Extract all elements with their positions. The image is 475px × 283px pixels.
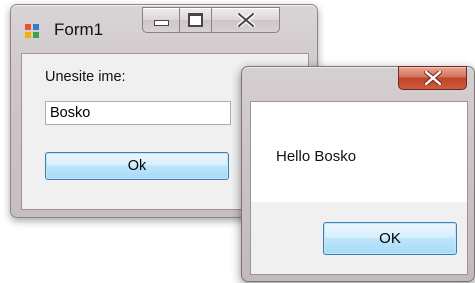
message-box-client-area: Hello Bosko OK (250, 101, 468, 275)
maximize-icon (188, 13, 203, 27)
minimize-button[interactable] (142, 7, 180, 33)
name-input[interactable] (45, 101, 231, 125)
form1-title: Form1 (54, 20, 104, 39)
close-icon (423, 71, 442, 85)
message-box-content: Hello Bosko (251, 102, 467, 202)
form1-caption-buttons (142, 7, 280, 33)
name-label: Unesite ime: (45, 69, 126, 85)
message-box-window: Hello Bosko OK (241, 66, 475, 282)
message-text: Hello Bosko (276, 148, 357, 165)
maximize-button[interactable] (180, 7, 212, 33)
minimize-icon (153, 20, 169, 26)
close-icon (236, 13, 255, 27)
application-icon (25, 24, 39, 38)
form1-close-button[interactable] (212, 7, 280, 33)
message-box-ok-button[interactable]: OK (323, 222, 457, 255)
message-box-close-button[interactable] (398, 66, 467, 90)
form1-ok-button[interactable]: Ok (45, 152, 229, 180)
